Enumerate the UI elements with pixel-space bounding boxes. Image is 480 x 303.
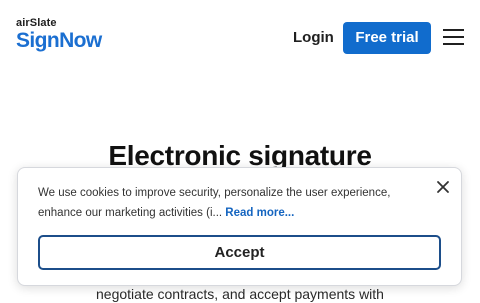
accept-cookies-button[interactable]: Accept bbox=[38, 235, 441, 270]
logo-brand-prefix: airSlate bbox=[16, 17, 57, 29]
menu-bar-bottom bbox=[443, 43, 464, 45]
logo-brand-name: SignNow bbox=[16, 29, 102, 52]
cookie-message: We use cookies to improve security, pers… bbox=[38, 183, 423, 223]
menu-bar-middle bbox=[443, 36, 464, 38]
menu-bar-top bbox=[443, 29, 464, 31]
login-link[interactable]: Login bbox=[293, 29, 334, 47]
read-more-link[interactable]: Read more... bbox=[225, 207, 294, 219]
cookie-message-text: We use cookies to improve security, pers… bbox=[38, 187, 391, 219]
free-trial-button[interactable]: Free trial bbox=[343, 22, 431, 54]
hero-description: negotiate contracts, and accept payments… bbox=[96, 286, 384, 302]
close-icon[interactable] bbox=[435, 179, 451, 195]
cookie-consent-banner: We use cookies to improve security, pers… bbox=[17, 167, 462, 286]
airslate-signnow-logo[interactable]: airSlate SignNow bbox=[16, 17, 102, 52]
close-icon-graphic bbox=[437, 181, 449, 193]
hamburger-menu-icon[interactable] bbox=[443, 29, 465, 47]
site-header: airSlate SignNow Login Free trial bbox=[0, 0, 480, 76]
